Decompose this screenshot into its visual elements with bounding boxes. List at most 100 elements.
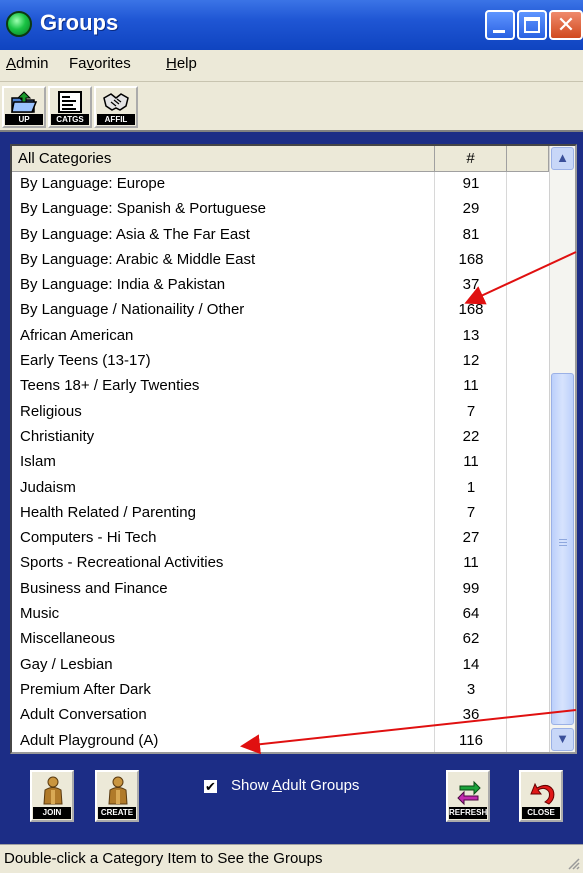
category-name: Computers - Hi Tech [20, 529, 157, 547]
list-item[interactable]: Miscellaneous 62 [12, 627, 549, 652]
list-item[interactable]: By Language: Arabic & Middle East 168 [12, 248, 549, 273]
header-all-categories[interactable]: All Categories [12, 146, 435, 171]
affil-button[interactable]: AFFIL [94, 86, 138, 128]
maximize-button[interactable] [517, 10, 547, 40]
window-title: Groups [40, 10, 119, 35]
list-item[interactable]: Adult Playground (A) 116 [12, 729, 549, 752]
list-item[interactable]: Premium After Dark 3 [12, 678, 549, 703]
category-count: 11 [463, 453, 479, 471]
create-button[interactable]: CREATE [95, 770, 139, 822]
category-count: 7 [466, 503, 476, 521]
category-name: African American [20, 326, 134, 344]
close-window-button[interactable]: ✕ [549, 10, 583, 40]
list-item[interactable]: By Language: Asia & The Far East 81 [12, 223, 549, 248]
list-item[interactable]: Judaism 1 [12, 476, 549, 501]
handshake-icon [103, 93, 129, 111]
category-name: Music [20, 605, 60, 623]
grip-icon [559, 539, 567, 540]
category-name: Sports - Recreational Activities [20, 554, 224, 572]
join-label: JOIN [33, 807, 71, 819]
category-count: 13 [462, 326, 480, 344]
close-icon: ✕ [556, 12, 576, 37]
menu-help[interactable]: Help [166, 55, 197, 72]
close-button[interactable]: CLOSE [519, 770, 563, 822]
show-adult-pre: Show [231, 777, 272, 794]
list-item[interactable]: By Language: Europe 91 [12, 172, 549, 197]
scroll-up-button[interactable]: ▲ [551, 147, 574, 170]
categories-list-icon [58, 91, 82, 113]
chevron-up-icon: ▲ [556, 150, 569, 165]
category-count: 7 [466, 402, 476, 420]
category-name: By Language: Spanish & Portuguese [20, 200, 267, 218]
menu-admin[interactable]: Admin [6, 55, 49, 72]
category-count: 62 [462, 630, 480, 648]
show-adult-groups-label: Show Adult Groups [231, 777, 359, 794]
list-item[interactable]: By Language: India & Pakistan 37 [12, 273, 549, 298]
list-item[interactable]: Early Teens (13-17) 12 [12, 349, 549, 374]
category-count: 22 [462, 427, 480, 445]
category-count: 91 [462, 175, 480, 192]
list-header: All Categories # [12, 146, 549, 172]
header-count[interactable]: # [435, 146, 507, 171]
menu-favorites-post: orites [94, 55, 131, 72]
category-name: Early Teens (13-17) [20, 352, 151, 370]
refresh-label: REFRESH [449, 807, 488, 819]
join-button[interactable]: JOIN [30, 770, 74, 822]
list-item[interactable]: Religious 7 [12, 400, 549, 425]
list-item[interactable]: Islam 11 [12, 450, 549, 475]
list-item[interactable]: Computers - Hi Tech 27 [12, 526, 549, 551]
list-item[interactable]: Business and Finance 99 [12, 577, 549, 602]
toolbar: UP CATGS AFFIL [0, 82, 583, 132]
list-item[interactable]: By Language: Spanish & Portuguese 29 [12, 197, 549, 222]
scroll-down-button[interactable]: ▼ [551, 728, 574, 751]
category-name: By Language: Europe [20, 175, 166, 192]
catgs-button[interactable]: CATGS [48, 86, 92, 128]
header-blank [507, 146, 549, 171]
category-name: By Language: Arabic & Middle East [20, 250, 256, 268]
status-text: Double-click a Category Item to See the … [4, 850, 323, 867]
title-bar[interactable]: Groups ✕ [0, 0, 583, 50]
vertical-scrollbar[interactable]: ▲ ▼ [549, 146, 575, 752]
category-count: 99 [462, 579, 480, 597]
category-count: 29 [462, 200, 480, 218]
menu-favorites-pre: Fa [69, 55, 87, 72]
category-count: 36 [462, 706, 480, 724]
list-item[interactable]: Music 64 [12, 602, 549, 627]
minimize-button[interactable] [485, 10, 515, 40]
list-item[interactable]: Teens 18+ / Early Twenties 11 [12, 374, 549, 399]
list-item[interactable]: By Language / Nationaility / Other 168 [12, 298, 549, 323]
up-button[interactable]: UP [2, 86, 46, 128]
category-count: 3 [466, 680, 476, 698]
refresh-button[interactable]: REFRESH [446, 770, 490, 822]
show-adult-accel: A [271, 777, 282, 794]
create-label: CREATE [98, 807, 136, 819]
category-count: 81 [462, 225, 480, 243]
list-item[interactable]: Sports - Recreational Activities 11 [12, 551, 549, 576]
resize-grip-icon[interactable] [566, 856, 580, 870]
undo-arrow-icon [530, 782, 555, 805]
show-adult-post: dult Groups [281, 777, 360, 794]
category-count: 27 [462, 529, 480, 547]
checkmark-icon[interactable]: ✔ [203, 779, 218, 794]
category-name: Premium After Dark [20, 680, 151, 698]
category-name: Adult Conversation [20, 706, 147, 724]
menu-admin-accel: A [6, 55, 17, 72]
list-item[interactable]: Christianity 22 [12, 425, 549, 450]
category-name: Miscellaneous [20, 630, 116, 648]
list-item[interactable]: African American 13 [12, 324, 549, 349]
category-list[interactable]: All Categories # By Language: Europe 91 By… [10, 144, 577, 754]
category-name: Business and Finance [20, 579, 168, 597]
category-count: 11 [463, 554, 479, 572]
list-item[interactable]: Gay / Lesbian 14 [12, 653, 549, 678]
scroll-thumb[interactable] [551, 373, 574, 725]
menu-favorites[interactable]: Favorites [69, 55, 131, 72]
folder-up-icon [11, 91, 38, 113]
menu-bar: Admin Favorites Help [0, 50, 583, 82]
category-name: By Language: India & Pakistan [20, 276, 226, 294]
maximize-icon [524, 17, 540, 33]
list-item[interactable]: Adult Conversation 36 [12, 703, 549, 728]
list-item[interactable]: Health Related / Parenting 7 [12, 501, 549, 526]
chevron-down-icon: ▼ [556, 731, 569, 746]
category-count: 37 [462, 276, 480, 294]
up-label: UP [5, 114, 43, 125]
